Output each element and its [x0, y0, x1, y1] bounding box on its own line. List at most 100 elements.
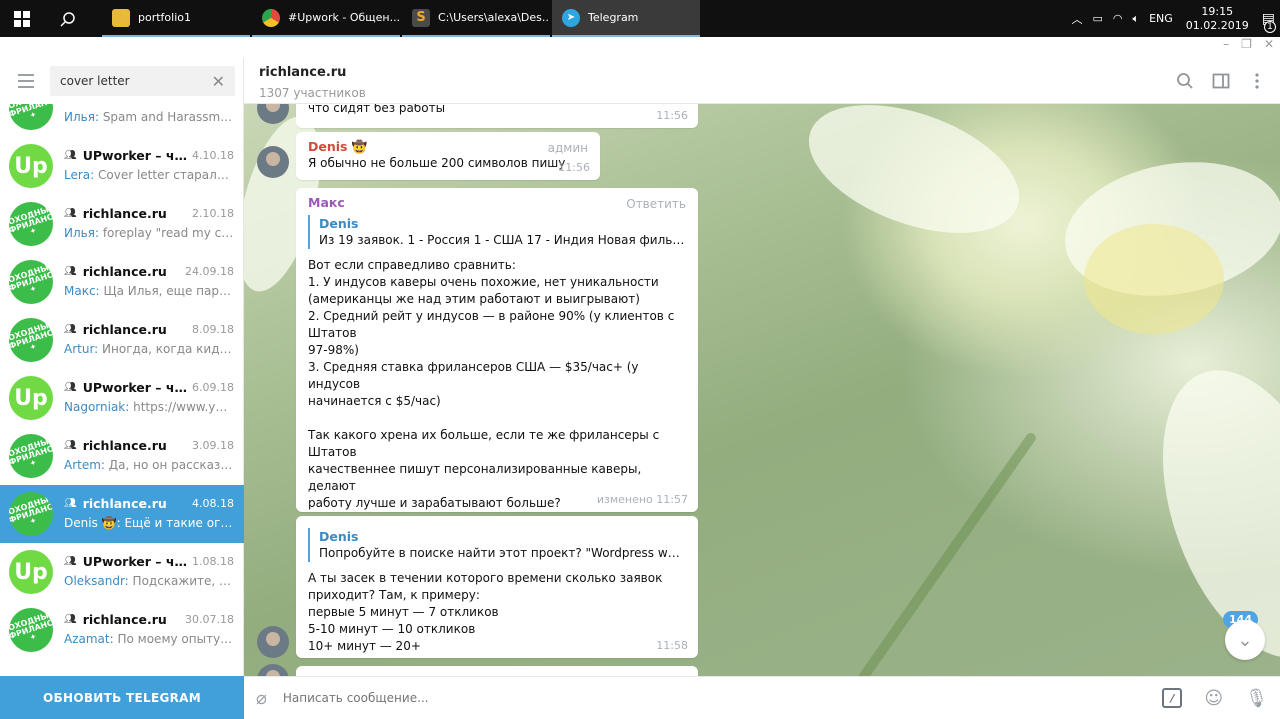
- battery-icon[interactable]: ▭: [1092, 12, 1102, 25]
- reply-link[interactable]: Ответить: [626, 196, 686, 213]
- microphone-icon[interactable]: 🎙︎: [1245, 688, 1268, 709]
- preview-text: Ещё и такие огро...: [124, 516, 234, 530]
- quoted-reply[interactable]: Denis Из 19 заявок. 1 - Россия 1 - США 1…: [308, 215, 686, 249]
- dohodny-frilans-avatar: ДОХОДНЫЙФРИЛАНС✦: [9, 492, 53, 536]
- maximize-icon[interactable]: ❐: [1241, 37, 1252, 51]
- chat-list-item[interactable]: ДОХОДНЫЙФРИЛАНС✦ Илья: Spam and Harassmen…: [0, 104, 244, 137]
- emoji-icon[interactable]: ☺: [1204, 688, 1223, 709]
- message-author[interactable]: Denis 🤠: [308, 138, 588, 155]
- chat-date: 4.08.18: [192, 496, 234, 510]
- chat-preview: Макс: Ща Илья, еще пару р...: [64, 284, 234, 302]
- folder-icon: [112, 8, 130, 27]
- taskbar-task-sublime[interactable]: S C:\Users\alexa\Des...: [402, 0, 550, 37]
- chat-item-header: 👥︎ UPworker – чат ... 4.10.18: [64, 146, 234, 164]
- chat-item-header: [64, 104, 234, 106]
- chat-preview: Azamat: По моему опыту вр...: [64, 632, 234, 650]
- taskbar-task-chrome[interactable]: #Upwork - Общен...: [252, 0, 400, 37]
- close-icon[interactable]: ✕: [1264, 37, 1274, 51]
- group-icon: 👥︎: [64, 207, 77, 219]
- hamburger-menu-icon[interactable]: [8, 66, 44, 96]
- chat-list-item[interactable]: ДОХОДНЫЙ ФРИЛАНС ✦ 👥︎ richlance.ru 24.09.18 Ма…: [0, 253, 244, 311]
- upwork-avatar: Up: [9, 144, 53, 188]
- user-avatar[interactable]: [257, 146, 289, 178]
- preview-sender: Илья:: [64, 226, 99, 240]
- chat-list-item[interactable]: ДОХОДНЫЙ ФРИЛАНС ✦ 👥︎ richlance.ru 3.09.18 Art…: [0, 427, 244, 485]
- chevron-up-icon[interactable]: ︿: [1071, 11, 1082, 27]
- chat-list-item[interactable]: ДОХОДНЫЙ ФРИЛАНС ✦ 👥︎ richlance.ru 2.10.18 Иль…: [0, 195, 244, 253]
- taskbar-task-telegram[interactable]: ➤ Telegram: [552, 0, 700, 37]
- wifi-icon[interactable]: ◠: [1113, 12, 1123, 25]
- reply-text: Попробуйте в поиске найти этот проект? "…: [319, 546, 686, 560]
- chat-list-item[interactable]: Up 👥︎ UPworker – чат ... 1.08.18 Oleksandr: …: [0, 543, 244, 601]
- message-text: что сидят без работы: [308, 104, 446, 115]
- sidebar-header: ✕: [0, 58, 243, 104]
- chat-panel: richlance.ru 1307 участников что сидят б…: [244, 58, 1280, 719]
- message-line: качественнее пишут персонализированные к…: [308, 462, 642, 493]
- language-indicator[interactable]: ENG: [1149, 12, 1173, 25]
- reply-author: Denis: [319, 529, 359, 544]
- message-line: 97-98%): [308, 343, 359, 357]
- chat-date: 8.09.18: [192, 322, 234, 336]
- chat-list-item[interactable]: Up 👥︎ UPworker – чат ... 4.10.18 Lera: Cover…: [0, 137, 244, 195]
- sidebar-toggle-icon[interactable]: [1212, 72, 1230, 94]
- preview-sender: Artur:: [64, 342, 99, 356]
- compose-bar: ⌀ / ☺ 🎙︎: [244, 676, 1280, 719]
- search-icon[interactable]: [44, 0, 92, 37]
- quoted-reply[interactable]: Denis Попробуйте в поиске найти этот про…: [308, 528, 686, 562]
- search-input[interactable]: [60, 74, 212, 88]
- notification-icon[interactable]: ▤ 1: [1262, 11, 1276, 33]
- chat-info: 👥︎ UPworker – чат ... 1.08.18 Oleksandr: По…: [53, 552, 244, 592]
- group-icon: 👥︎: [64, 439, 77, 451]
- clear-search-icon[interactable]: ✕: [212, 72, 225, 91]
- attach-icon[interactable]: ⌀: [256, 688, 267, 709]
- message-input[interactable]: [282, 691, 1141, 705]
- user-avatar[interactable]: [257, 664, 289, 676]
- more-options-icon[interactable]: [1248, 72, 1266, 94]
- message-line: 10+ минут — 20+: [308, 639, 421, 653]
- scroll-down-button[interactable]: ⌄: [1225, 620, 1265, 660]
- chrome-icon: [262, 8, 280, 27]
- message-line: 2. Средний рейт у индусов — в районе 90%…: [308, 309, 675, 340]
- windows-start-icon[interactable]: [0, 0, 44, 37]
- telegram-icon: ➤: [562, 8, 580, 27]
- clock[interactable]: 19:15 01.02.2019: [1186, 5, 1249, 33]
- preview-text: Spam and Harassmen...: [102, 110, 234, 124]
- chat-list-item[interactable]: Up 👥︎ UPworker – чат ... 6.09.18 Nagorniak: …: [0, 369, 244, 427]
- message-line: Вот если справедливо сравнить:: [308, 258, 516, 272]
- chat-date: 24.09.18: [185, 264, 234, 278]
- chat-name: UPworker – чат ...: [82, 147, 188, 163]
- chat-item-header: 👥︎ UPworker – чат ... 1.08.18: [64, 552, 234, 570]
- dohodny-frilans-avatar: ДОХОДНЫЙФРИЛАНС✦: [9, 318, 53, 362]
- group-icon: 👥︎: [64, 381, 77, 393]
- dohodny-frilans-avatar: ДОХОДНЫЙФРИЛАНС✦: [9, 434, 53, 478]
- chat-list-item[interactable]: ДОХОДНЫЙ ФРИЛАНС ✦ 👥︎ richlance.ru 8.09.18 Art…: [0, 311, 244, 369]
- taskbar-task-explorer[interactable]: portfolio1: [102, 0, 250, 37]
- message-bubble: Denis 🤠 админ Я обычно не больше 200 сим…: [296, 132, 600, 180]
- update-telegram-button[interactable]: ОБНОВИТЬ TELEGRAM: [0, 676, 244, 719]
- message-line: Так какого хрена их больше, если те же ф…: [308, 428, 660, 459]
- chat-preview: Denis 🤠: Ещё и такие огро...: [64, 516, 234, 534]
- background-center: [1084, 224, 1224, 334]
- chat-list-item[interactable]: ДОХОДНЫЙ ФРИЛАНС ✦ 👥︎ richlance.ru 4.08.18 Den…: [0, 485, 244, 543]
- chat-info: Илья: Spam and Harassmen...: [53, 104, 244, 128]
- message-area[interactable]: что сидят без работы 11:56 Denis 🤠 админ…: [244, 104, 1280, 676]
- chat-preview: Nagorniak: https://www.you...: [64, 400, 234, 418]
- reply-text: Из 19 заявок. 1 - Россия 1 - США 17 - Ин…: [319, 233, 686, 247]
- message-time: 11:58: [656, 639, 688, 652]
- user-avatar[interactable]: [257, 626, 289, 658]
- volume-icon[interactable]: 🔈︎: [1132, 12, 1139, 26]
- message-text: Я обычно не больше 200 символов пишу: [308, 156, 566, 170]
- chat-date: 6.09.18: [192, 380, 234, 394]
- reply-author: Denis: [319, 216, 359, 231]
- chat-info: 👥︎ richlance.ru 30.07.18 Azamat: По моему о…: [53, 610, 244, 650]
- chat-name: richlance.ru: [82, 205, 167, 221]
- minimize-icon[interactable]: –: [1223, 37, 1229, 51]
- chat-title[interactable]: richlance.ru: [259, 65, 1265, 80]
- windows-taskbar: portfolio1 #Upwork - Общен... S C:\Users…: [0, 0, 1280, 37]
- taskbar-task-label: Telegram: [588, 11, 639, 24]
- bot-command-icon[interactable]: /: [1162, 688, 1183, 708]
- search-icon[interactable]: [1176, 72, 1194, 94]
- preview-sender: Lera:: [64, 168, 95, 182]
- chat-list-item[interactable]: ДОХОДНЫЙ ФРИЛАНС ✦ 👥︎ richlance.ru 30.07.18 Az…: [0, 601, 244, 659]
- preview-text: https://www.you...: [133, 400, 234, 414]
